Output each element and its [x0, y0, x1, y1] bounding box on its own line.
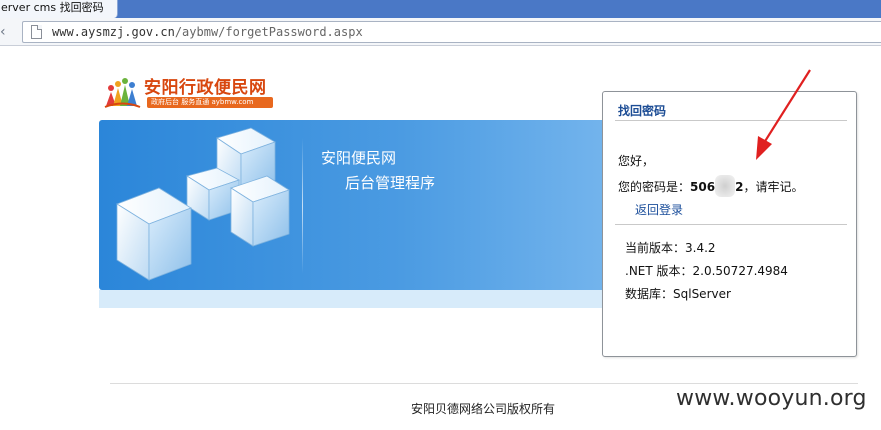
return-login-link[interactable]: 返回登录 — [635, 201, 683, 218]
cubes-illustration — [116, 127, 290, 281]
url-text: www.aysmzj.gov.cn/aybmw/forgetPassword.a… — [52, 24, 363, 40]
banner-subtitle: 后台管理程序 — [345, 174, 436, 192]
people-logo-icon — [104, 78, 141, 108]
footer-divider — [110, 383, 858, 384]
panel-divider — [615, 224, 847, 225]
password-line: 您的密码是：506 2，请牢记。 — [618, 175, 803, 197]
banner-divider — [302, 138, 303, 274]
password-visible-start: 506 — [690, 180, 716, 194]
logo-title: 安阳行政便民网 — [144, 78, 267, 98]
password-suffix: ，请牢记。 — [743, 180, 804, 194]
logo-subtitle: 政府后台 服务直通 aybmw.com — [147, 97, 273, 108]
password-redaction — [715, 175, 736, 197]
annotation-arrow-icon — [756, 69, 811, 160]
footer-copyright: 安阳贝德网络公司版权所有 — [411, 402, 556, 416]
address-bar[interactable]: www.aysmzj.gov.cn/aybmw/forgetPassword.a… — [22, 21, 881, 43]
greeting-text: 您好， — [618, 154, 655, 168]
database-text: 数据库：SqlServer — [625, 287, 731, 301]
browser-toolbar: ‹ www.aysmzj.gov.cn/aybmw/forgetPassword… — [0, 18, 881, 46]
browser-tabstrip: erver cms 找回密码 — [0, 0, 881, 18]
password-visible-end: 2 — [735, 180, 744, 194]
password-prefix: 您的密码是： — [618, 180, 691, 194]
version-text: 当前版本：3.4.2 — [625, 241, 716, 255]
banner-title: 安阳便民网 — [321, 149, 397, 167]
page-icon — [31, 25, 42, 39]
back-arrow-icon[interactable]: ‹ — [0, 22, 14, 42]
site-logo[interactable]: 安阳行政便民网 政府后台 服务直通 aybmw.com — [103, 72, 278, 110]
url-path: /aybmw/forgetPassword.aspx — [174, 25, 363, 39]
dotnet-version-text: .NET 版本：2.0.50727.4984 — [625, 264, 788, 278]
url-host: www.aysmzj.gov.cn — [52, 25, 175, 39]
watermark: www.wooyun.org — [676, 386, 867, 411]
browser-tab[interactable]: erver cms 找回密码 — [0, 0, 118, 18]
panel-title: 找回密码 — [618, 104, 667, 118]
password-value: 506 2 — [690, 175, 744, 197]
tab-title: erver cms 找回密码 — [1, 1, 104, 14]
